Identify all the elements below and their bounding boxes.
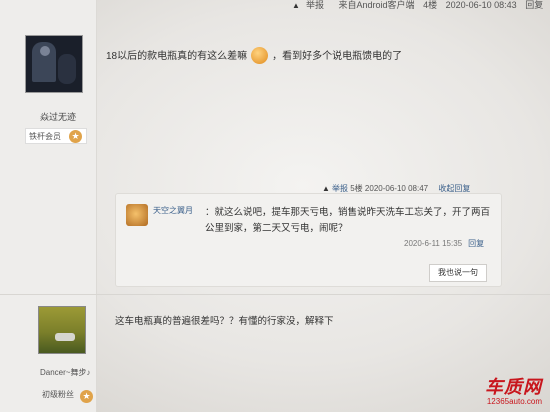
reply-box: 天空之翼月 ：就这么说吧，提车那天亏电，销售说昨天洗车工忘关了，开了两百公里到家… (115, 193, 502, 287)
post-text-part2: ，看到好多个说电瓶馈电的了 (272, 51, 403, 62)
collapse-replies-link[interactable]: 收起回复 (438, 184, 470, 193)
avatar[interactable] (25, 35, 83, 93)
divider (0, 294, 550, 295)
post-meta-top: ▲ 举报 来自Android客户端 4楼 2020-06-10 08:43 回复 (292, 0, 550, 12)
post-content: 这车电瓶真的普遍很差吗？？有懂的行家没，解释下 (115, 316, 334, 327)
avatar-shape (55, 333, 75, 341)
badge-label: 铁杆会员 (29, 132, 61, 141)
username[interactable]: Dancer~舞步♪ (40, 367, 90, 378)
watermark: 车质网 12365auto.com (440, 373, 542, 406)
floor-number: 5楼 (350, 184, 363, 193)
reply-link[interactable]: 回复 (468, 239, 484, 248)
smiley-emoji-icon (251, 46, 269, 64)
floor-number: 4楼 (423, 0, 438, 10)
star-badge-icon: ★ (80, 390, 93, 403)
say-something-button[interactable]: 我也说一句 (429, 264, 487, 282)
avatar-shape (58, 54, 76, 84)
post-content: 18以后的款电瓶真的有这么差嘛 ，看到好多个说电瓶馈电的了 (106, 46, 403, 65)
member-badge: 初级粉丝 ★ (42, 388, 93, 403)
watermark-url: 12365auto.com (486, 397, 542, 406)
watermark-title: 车质网 (485, 377, 542, 397)
avatar-shape (40, 46, 50, 56)
reply-avatar[interactable] (126, 204, 148, 226)
star-badge-icon: ★ (69, 130, 82, 143)
post-text-part1: 18以后的款电瓶真的有这么差嘛 (106, 51, 248, 62)
report-label: 举报 (306, 0, 325, 10)
post-time: 2020-06-10 08:47 (364, 184, 429, 193)
reply-link[interactable]: 回复 (525, 0, 543, 10)
username[interactable]: 焱过无迹 (40, 110, 76, 123)
badge-label: 初级粉丝 (42, 390, 74, 399)
reply-time: 2020-6-11 15:35 (404, 239, 463, 248)
avatar[interactable] (38, 306, 86, 354)
report-link[interactable]: ▲ 举报 (292, 0, 330, 10)
reply-username[interactable]: 天空之翼月 (153, 205, 193, 216)
reply-text: ：就这么说吧，提车那天亏电，销售说昨天洗车工忘关了，开了两百公里到家，第二天又亏… (205, 207, 491, 234)
reply-time-row: 2020-6-11 15:35 回复 (404, 238, 484, 249)
report-label: 举报 (332, 184, 348, 193)
post-time: 2020-06-10 08:43 (445, 0, 517, 10)
warning-icon: ▲ (292, 1, 300, 10)
warning-icon: ▲ (322, 184, 330, 193)
post-source: 来自Android客户端 (338, 0, 415, 10)
report-link[interactable]: ▲ 举报 (322, 184, 348, 193)
member-badge: 铁杆会员 ★ (25, 128, 87, 144)
